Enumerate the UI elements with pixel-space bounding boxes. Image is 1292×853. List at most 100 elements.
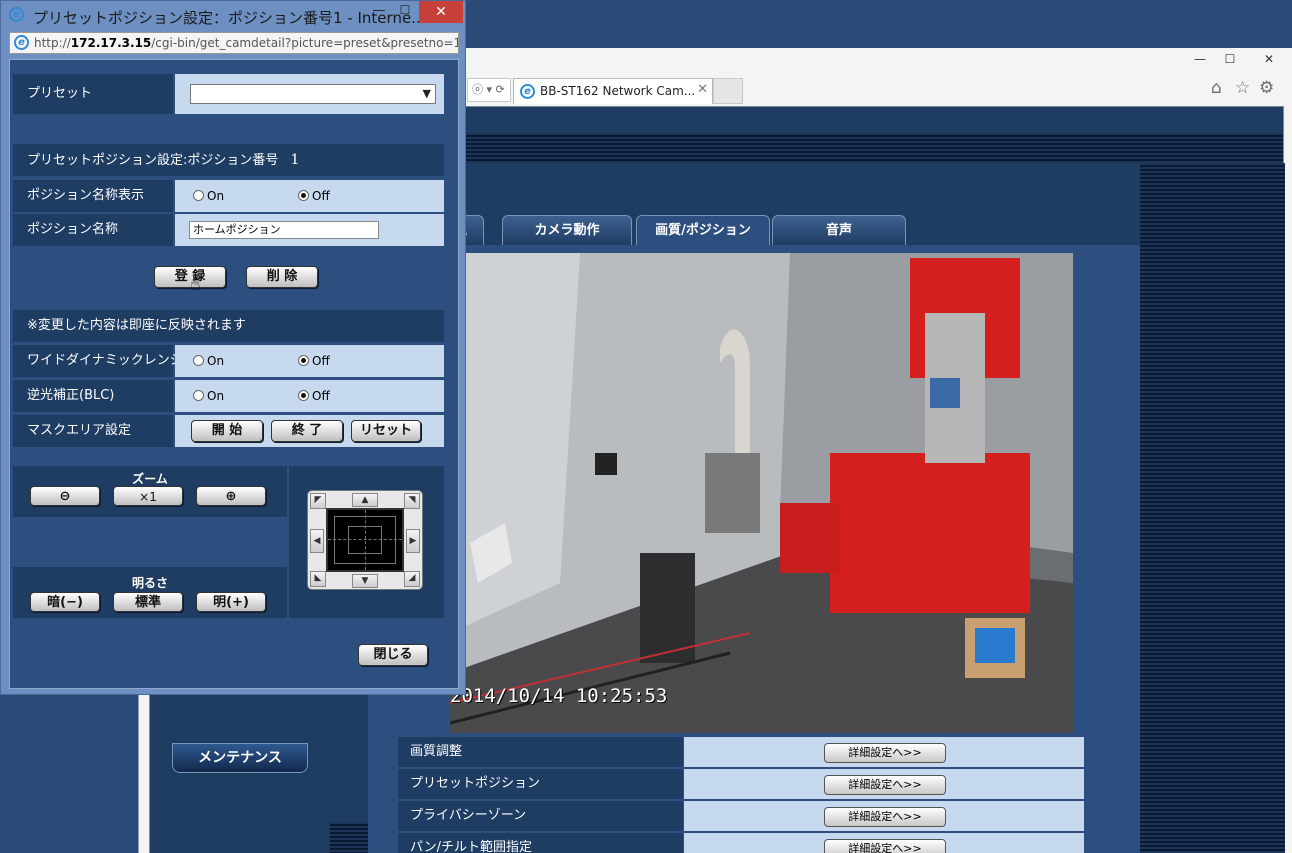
realtime-notice: ※変更した内容は即座に反映されます: [13, 310, 444, 342]
tab-camera-operation[interactable]: カメラ動作: [502, 215, 632, 245]
ie-icon: e: [9, 7, 24, 22]
mask-area-label: マスクエリア設定: [13, 415, 173, 447]
right-stripes: [1140, 163, 1285, 853]
radio-dot: [193, 190, 204, 201]
zoom-in-button[interactable]: ⊕: [196, 486, 266, 506]
ie-icon: e: [14, 35, 29, 50]
radio-label: On: [207, 354, 225, 368]
ptz-position-screen[interactable]: [326, 508, 404, 572]
brightness-label: 明るさ: [131, 576, 168, 590]
radio-label: Off: [312, 389, 330, 403]
up-arrow-icon[interactable]: ▲: [352, 493, 378, 507]
down-left-arrow-icon[interactable]: ◣: [310, 571, 326, 587]
preset-popup-window: e プリセットポジション設定：ポジション番号1 - Interne... — ☐…: [0, 0, 466, 695]
name-display-cell: On Off: [175, 180, 444, 212]
mask-area-cell: 開 始 終 了 リセット: [175, 415, 444, 447]
settings-row-image-adjust: 画質調整 詳細設定へ>>: [398, 737, 1084, 767]
settings-row-cell: 詳細設定へ>>: [684, 801, 1084, 831]
close-button[interactable]: 閉じる: [358, 644, 428, 666]
chevron-down-icon: ▼: [422, 87, 431, 100]
radio-label: Off: [312, 354, 330, 368]
zoom-x1-button[interactable]: ×1: [113, 486, 183, 506]
image-adjust-detail-button[interactable]: 詳細設定へ>>: [824, 743, 946, 763]
up-left-arrow-icon[interactable]: ◤: [310, 493, 326, 509]
video-timestamp: 2014/10/14 10:25:53: [450, 685, 668, 707]
home-icon[interactable]: ⌂: [1211, 78, 1222, 98]
brightness-bright-button[interactable]: 明(+): [196, 592, 266, 612]
name-display-on-radio[interactable]: On: [193, 189, 224, 203]
settings-row-privacy: プライバシーゾーン 詳細設定へ>>: [398, 801, 1084, 831]
up-right-arrow-icon[interactable]: ◥: [404, 493, 420, 509]
popup-close-button[interactable]: ✕: [419, 1, 463, 23]
down-arrow-icon[interactable]: ▼: [352, 574, 378, 588]
popup-minimize-button[interactable]: —: [367, 3, 391, 23]
zoom-label: ズーム: [132, 472, 168, 486]
left-arrow-icon[interactable]: ◀: [310, 529, 324, 553]
hand-cursor-icon: ☝: [190, 274, 201, 295]
blc-off-radio[interactable]: Off: [298, 389, 330, 403]
zoom-out-icon: ⊖: [59, 489, 71, 504]
live-video-image: 2014/10/14 10:25:53: [450, 253, 1073, 733]
address-path: /cgi-bin/get_camdetail?picture=preset&pr…: [151, 36, 459, 50]
tab-image-position[interactable]: 画質/ポジション: [636, 215, 770, 245]
preset-detail-button[interactable]: 詳細設定へ>>: [824, 775, 946, 795]
brightness-standard-button[interactable]: 標準: [113, 592, 183, 612]
radio-dot: [193, 390, 204, 401]
popup-maximize-button[interactable]: ☐: [393, 3, 417, 23]
position-name-input[interactable]: ホームポジション: [189, 221, 379, 239]
control-spacer: [13, 517, 287, 567]
wdr-off-radio[interactable]: Off: [298, 354, 330, 368]
radio-dot-selected: [298, 355, 309, 366]
brightness-dark-button[interactable]: 暗(−): [30, 592, 100, 612]
new-tab-button[interactable]: [713, 78, 743, 104]
browser-minimize-button[interactable]: —: [1185, 48, 1215, 70]
pan-tilt-pad[interactable]: ◤ ▲ ◥ ◀ ▶ ◣ ▼ ◢: [307, 490, 423, 590]
ie-icon: e: [520, 84, 535, 99]
position-name-cell: ホームポジション: [175, 214, 444, 246]
wdr-label: ワイドダイナミックレンジ: [13, 345, 183, 377]
favorites-star-icon[interactable]: ☆: [1235, 78, 1250, 98]
privacy-detail-button[interactable]: 詳細設定へ>>: [824, 807, 946, 827]
address-prefix: http://: [34, 36, 71, 50]
settings-row-cell: 詳細設定へ>>: [684, 737, 1084, 767]
popup-body: プリセット ▼ プリセットポジション設定:ポジション番号 1 ポジション名称表示…: [9, 59, 459, 689]
mask-reset-button[interactable]: リセット: [351, 420, 421, 442]
name-display-label: ポジション名称表示: [13, 180, 173, 212]
browser-tab-camera[interactable]: e BB-ST162 Network Cam... ✕: [513, 78, 713, 104]
delete-button[interactable]: 削 除: [246, 266, 318, 288]
radio-dot-selected: [298, 390, 309, 401]
settings-row-cell: 詳細設定へ>>: [684, 769, 1084, 799]
settings-row-label: プリセットポジション: [398, 769, 683, 799]
tab-audio[interactable]: 音声: [772, 215, 906, 245]
mask-start-button[interactable]: 開 始: [191, 420, 263, 442]
blc-on-radio[interactable]: On: [193, 389, 224, 403]
wdr-on-radio[interactable]: On: [193, 354, 224, 368]
tab-close-icon[interactable]: ✕: [697, 82, 708, 97]
browser-refresh-control[interactable]: ⓞ ▾ ⟳: [467, 78, 511, 102]
settings-row-label: パン/チルト範囲指定: [398, 833, 683, 853]
ptz-crosshair-v: [365, 510, 366, 570]
popup-address-bar[interactable]: e http://172.17.3.15/cgi-bin/get_camdetai…: [9, 32, 459, 54]
radio-dot-selected: [298, 190, 309, 201]
blc-label: 逆光補正(BLC): [13, 380, 173, 412]
preset-cell: ▼: [175, 74, 444, 114]
right-arrow-icon[interactable]: ▶: [406, 529, 420, 553]
radio-dot: [193, 355, 204, 366]
browser-maximize-button[interactable]: ☐: [1215, 48, 1245, 70]
preset-select[interactable]: ▼: [190, 84, 436, 104]
name-display-off-radio[interactable]: Off: [298, 189, 330, 203]
down-right-arrow-icon[interactable]: ◢: [404, 571, 420, 587]
radio-label: On: [207, 189, 225, 203]
preset-label: プリセット: [13, 74, 173, 114]
pan-tilt-detail-button[interactable]: 詳細設定へ>>: [824, 839, 946, 853]
position-number: 1: [290, 152, 300, 168]
position-name-label: ポジション名称: [13, 214, 173, 246]
address-host: 172.17.3.15: [70, 36, 152, 50]
browser-close-button[interactable]: ✕: [1247, 48, 1291, 70]
settings-gear-icon[interactable]: ⚙: [1259, 78, 1274, 98]
zoom-in-icon: ⊕: [225, 489, 237, 504]
maintenance-button[interactable]: メンテナンス: [172, 743, 308, 773]
mask-end-button[interactable]: 終 了: [271, 420, 343, 442]
settings-row-label: プライバシーゾーン: [398, 801, 683, 831]
zoom-out-button[interactable]: ⊖: [30, 486, 100, 506]
